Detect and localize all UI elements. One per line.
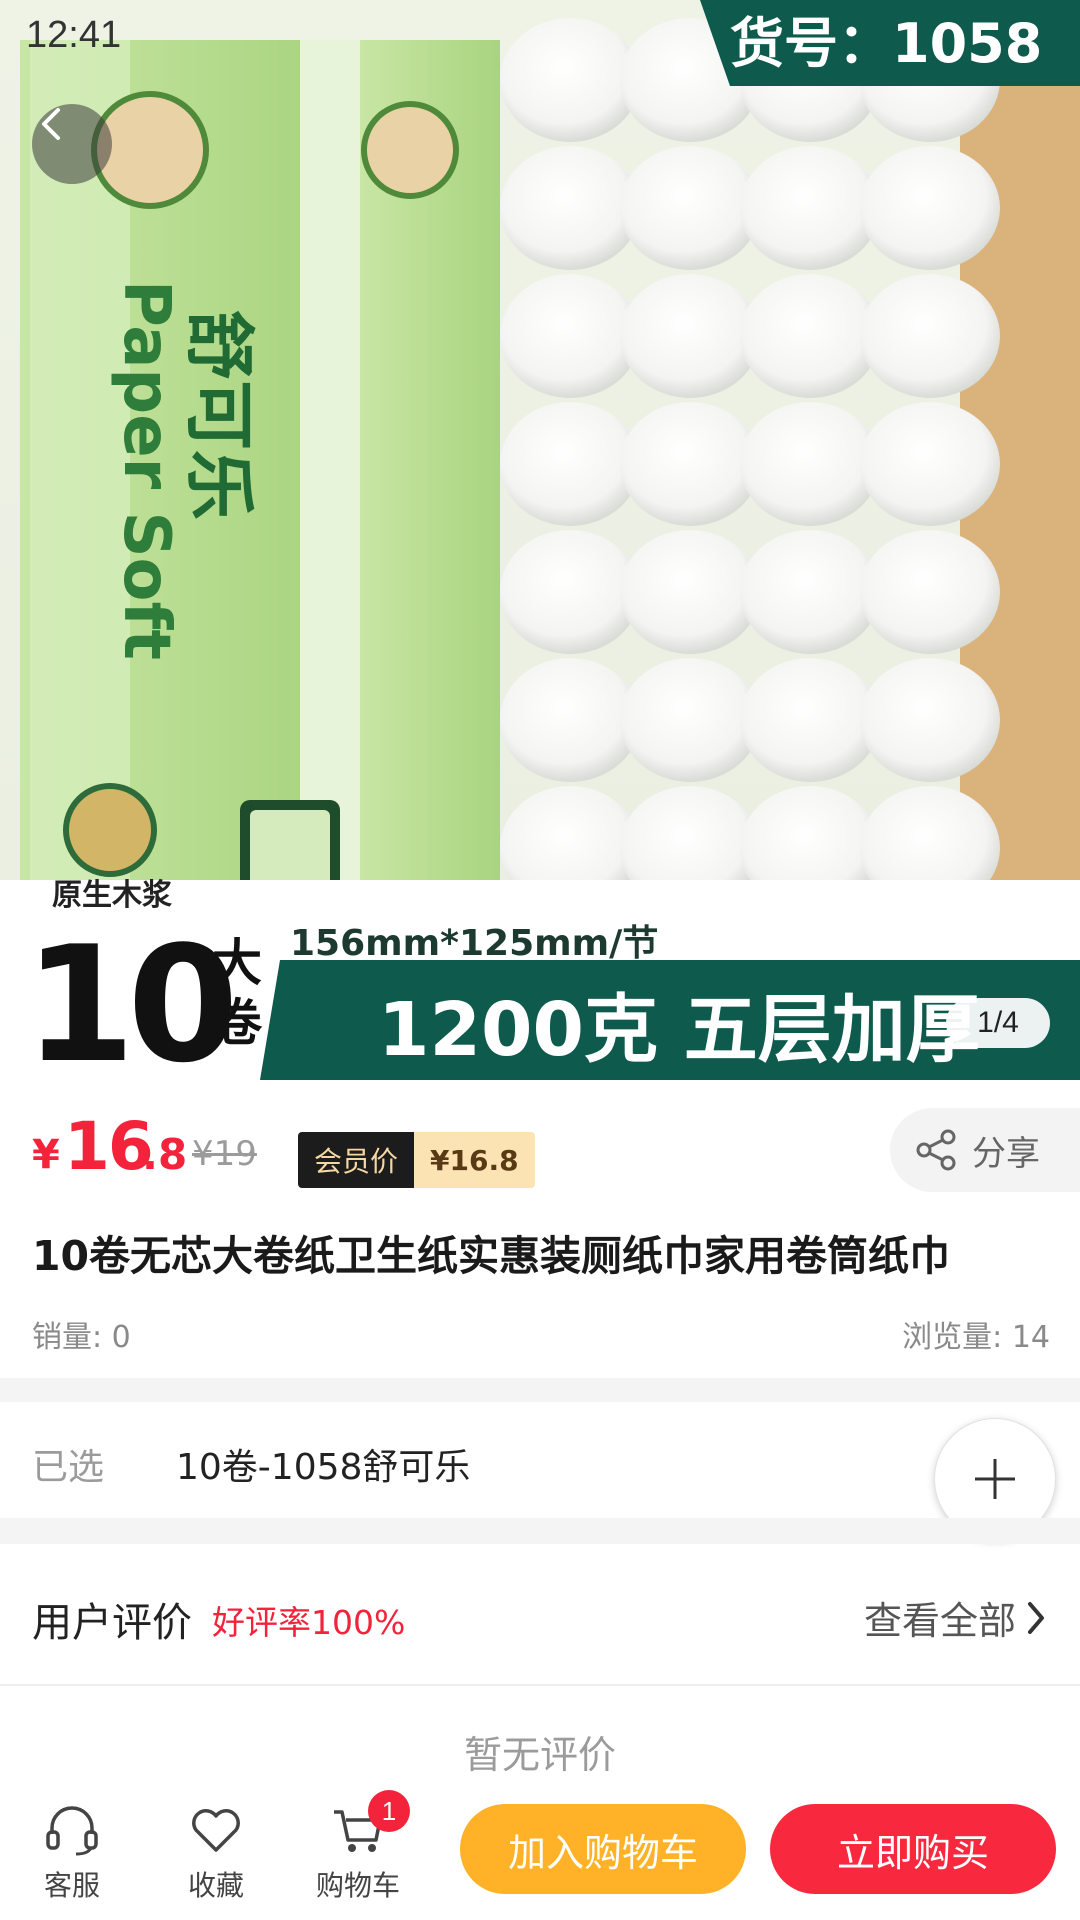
reviews-header: 用户评价 好评率100% 查看全部	[0, 1544, 1080, 1686]
brand-cn-text: 舒可乐	[178, 310, 260, 520]
share-icon	[916, 1129, 956, 1171]
sales-count: 销量: 0	[32, 1320, 131, 1355]
brand-en-text: Paper Soft	[109, 280, 183, 660]
selected-spec-row[interactable]: 已选 10卷-1058舒可乐	[0, 1402, 1080, 1518]
cart-count-badge: 1	[368, 1790, 410, 1832]
size-text: 156mm*125mm/节	[290, 923, 658, 964]
view-all-reviews-link[interactable]: 查看全部	[864, 1590, 1050, 1645]
section-divider	[0, 1378, 1080, 1402]
big-unit-text-2: 卷	[212, 994, 263, 1052]
badge-text: 原生木浆	[52, 878, 172, 913]
plus-icon	[975, 1459, 1015, 1499]
price-currency: ¥	[32, 1132, 60, 1178]
member-price-label: 会员价	[298, 1132, 415, 1188]
cart-label: 购物车	[315, 1869, 400, 1902]
heart-icon	[192, 1809, 240, 1852]
status-time: 12:41	[26, 14, 122, 56]
reviews-title: 用户评价	[32, 1600, 192, 1646]
big-number-text: 10	[24, 911, 231, 1080]
product-title: 10卷无芯大卷纸卫生纸实惠装厕纸巾家用卷筒纸巾	[32, 1232, 951, 1280]
view-count: 浏览量: 14	[902, 1320, 1050, 1355]
cart-button[interactable]: 1 购物车	[298, 1790, 418, 1904]
favorite-button[interactable]: 收藏	[156, 1804, 276, 1904]
selected-value: 10卷-1058舒可乐	[176, 1447, 471, 1488]
member-price-value: ¥16.8	[414, 1132, 535, 1188]
banner-text: 1200克 五层加厚	[378, 987, 980, 1073]
price-integer: 16	[64, 1108, 154, 1185]
chevron-right-icon	[1028, 1601, 1044, 1634]
price-row: ¥ 16 .8 ¥19 会员价 ¥16.8 分享	[0, 1080, 1080, 1210]
item-code-text: 货号：1058	[730, 12, 1042, 75]
big-unit-text-1: 大	[212, 934, 262, 992]
product-image[interactable]: 货号：1058 舒可乐 Paper Soft 156mm*125mm/节 120…	[0, 0, 1080, 1080]
original-price: ¥19	[192, 1134, 257, 1174]
no-reviews-text: 暂无评价	[463, 1733, 616, 1777]
product-photo: 货号：1058 舒可乐 Paper Soft 156mm*125mm/节 120…	[0, 0, 1080, 1080]
image-counter: 1/4	[946, 998, 1050, 1048]
headset-icon	[46, 1806, 98, 1856]
add-to-cart-button[interactable]: 加入购物车	[460, 1804, 746, 1894]
selected-label: 已选	[32, 1447, 105, 1488]
bottom-action-bar: 客服 收藏 1 购物车 加入购物车 立即购买	[0, 1780, 1080, 1920]
customer-service-button[interactable]: 客服	[12, 1804, 132, 1904]
view-all-label: 查看全部	[863, 1599, 1016, 1643]
back-button[interactable]	[32, 104, 112, 184]
share-button[interactable]: 分享	[890, 1108, 1080, 1192]
favorite-label: 收藏	[187, 1869, 244, 1902]
buy-now-button[interactable]: 立即购买	[770, 1804, 1056, 1894]
customer-service-label: 客服	[43, 1869, 100, 1902]
section-divider	[0, 1518, 1080, 1544]
positive-rate: 好评率100%	[212, 1603, 406, 1642]
member-price-tag: 会员价 ¥16.8	[298, 1132, 535, 1188]
price-decimal: .8	[142, 1130, 188, 1179]
share-label: 分享	[972, 1133, 1040, 1174]
chevron-left-icon	[42, 108, 60, 140]
